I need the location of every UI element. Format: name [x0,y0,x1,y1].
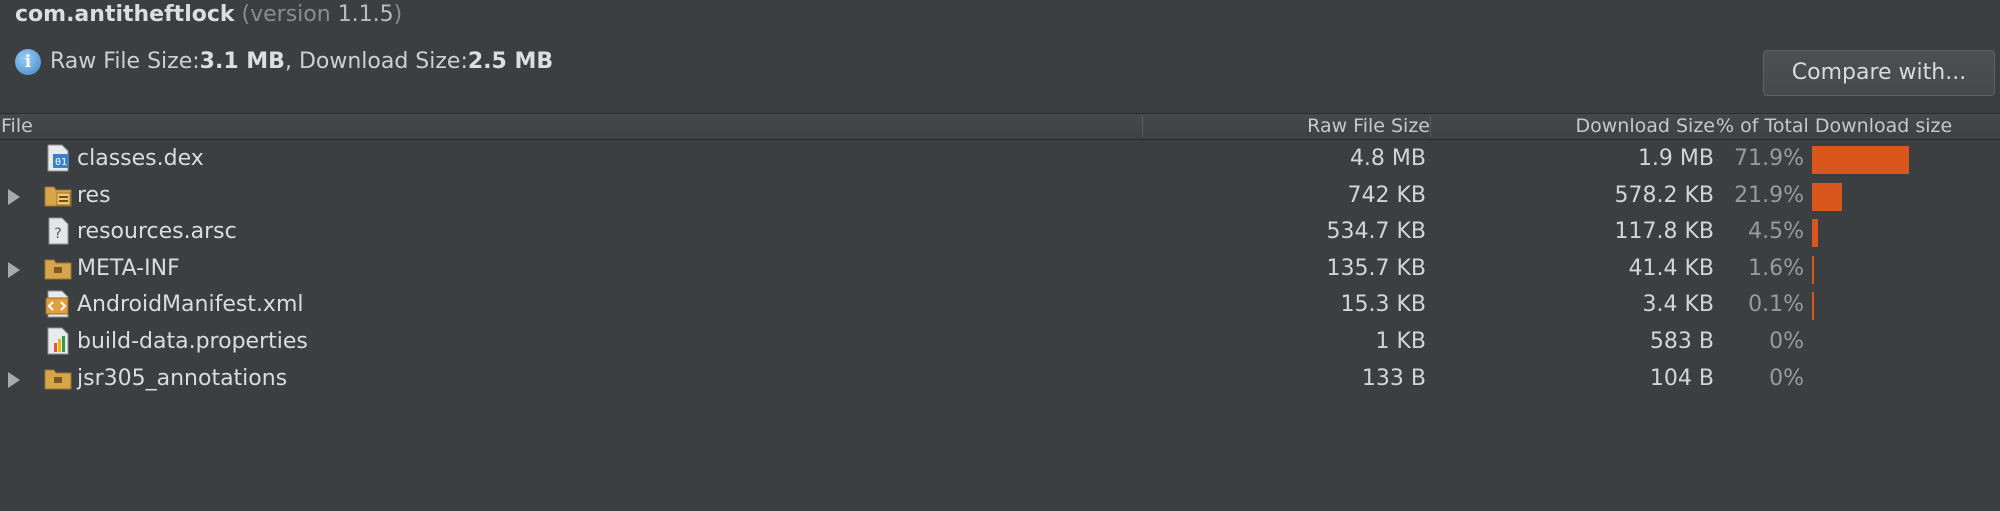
resources-folder-icon [44,181,72,209]
raw-size-cell: 4.8 MB [1349,146,1426,171]
raw-size-cell: 15.3 KB [1340,292,1427,318]
download-size-cell: 3.4 KB [1642,292,1715,318]
raw-size-label: Raw File Size: [50,49,200,74]
table-row[interactable]: 01 classes.dex 4.8 MB 1.9 MB 71.9% [0,142,2000,179]
percent-cell: 71.9% [1734,146,1804,171]
table-row[interactable]: ? resources.arsc 534.7 KB 117.8 KB 4.5% [0,215,2000,252]
table-header: File Raw File Size Download Size % of To… [0,113,2000,140]
file-name: build-data.properties [77,328,308,354]
file-name: jsr305_annotations [77,365,288,391]
version-prefix: (version [234,2,338,27]
apk-title: com.antitheftlock (version 1.1.5) [15,0,402,30]
download-size-cell: 583 B [1649,328,1714,354]
percent-bar [1812,182,1842,211]
download-size-cell: 578.2 KB [1614,182,1715,208]
expand-arrow-icon[interactable] [8,188,20,205]
unknown-file-icon: ? [44,217,72,245]
column-header-percent[interactable]: % of Total Download size [1716,114,1952,139]
table-row[interactable]: META-INF 135.7 KB 41.4 KB 1.6% [0,252,2000,289]
table-row[interactable]: jsr305_annotations 133 B 104 B 0% [0,362,2000,399]
percent-cell: 1.6% [1748,255,1804,281]
size-summary: i Raw File Size: 3.1 MB, Download Size: … [15,46,553,78]
properties-file-icon [44,327,72,355]
percent-bar [1812,255,1814,284]
percent-cell: 0% [1769,365,1804,391]
file-name: classes.dex [77,146,204,171]
version-number: 1.1.5 [337,2,394,27]
column-divider[interactable] [1142,116,1143,137]
file-name: res [77,182,111,208]
column-header-raw-size[interactable]: Raw File Size [1307,114,1430,139]
table-row[interactable]: AndroidManifest.xml 15.3 KB 3.4 KB 0.1% [0,288,2000,325]
column-divider[interactable] [1430,116,1431,137]
percent-bar [1812,219,1818,248]
percent-cell: 21.9% [1734,182,1804,208]
raw-size-value: 3.1 MB [199,49,285,74]
expand-arrow-icon[interactable] [8,261,20,278]
percent-cell: 0.1% [1748,292,1804,318]
raw-size-cell: 742 KB [1347,182,1426,208]
file-name: resources.arsc [77,219,237,245]
file-tree-table: 01 classes.dex 4.8 MB 1.9 MB 71.9% res 742 KB 5… [0,142,2000,398]
dex-file-icon: 01 [44,144,72,172]
percent-cell: 4.5% [1748,219,1804,245]
raw-size-cell: 534.7 KB [1326,219,1427,245]
file-name: META-INF [77,255,180,281]
version-suffix: ) [393,2,403,27]
svg-text:01: 01 [55,157,67,168]
table-row[interactable]: build-data.properties 1 KB 583 B 0% [0,325,2000,362]
svg-text:?: ? [54,226,61,242]
column-header-download-size[interactable]: Download Size [1576,114,1716,139]
percent-cell: 0% [1769,328,1804,354]
package-name: com.antitheftlock [15,2,235,27]
info-icon: i [15,49,41,75]
download-size-cell: 41.4 KB [1628,255,1715,281]
download-size-value: 2.5 MB [467,49,554,74]
download-size-cell: 1.9 MB [1637,146,1714,171]
compare-with-button[interactable]: Compare with... [1763,50,1995,96]
percent-bar [1812,292,1814,321]
column-header-file[interactable]: File [1,114,33,139]
download-size-label: , Download Size: [284,49,468,74]
raw-size-cell: 1 KB [1375,328,1426,354]
folder-icon [44,254,72,282]
download-size-cell: 104 B [1649,365,1714,391]
file-name: AndroidManifest.xml [77,292,304,318]
xml-file-icon [44,290,72,318]
folder-icon [44,364,72,392]
raw-size-cell: 135.7 KB [1326,255,1427,281]
table-row[interactable]: res 742 KB 578.2 KB 21.9% [0,179,2000,216]
percent-bar [1812,146,1909,174]
download-size-cell: 117.8 KB [1614,219,1715,245]
raw-size-cell: 133 B [1361,365,1426,391]
expand-arrow-icon[interactable] [8,371,20,388]
